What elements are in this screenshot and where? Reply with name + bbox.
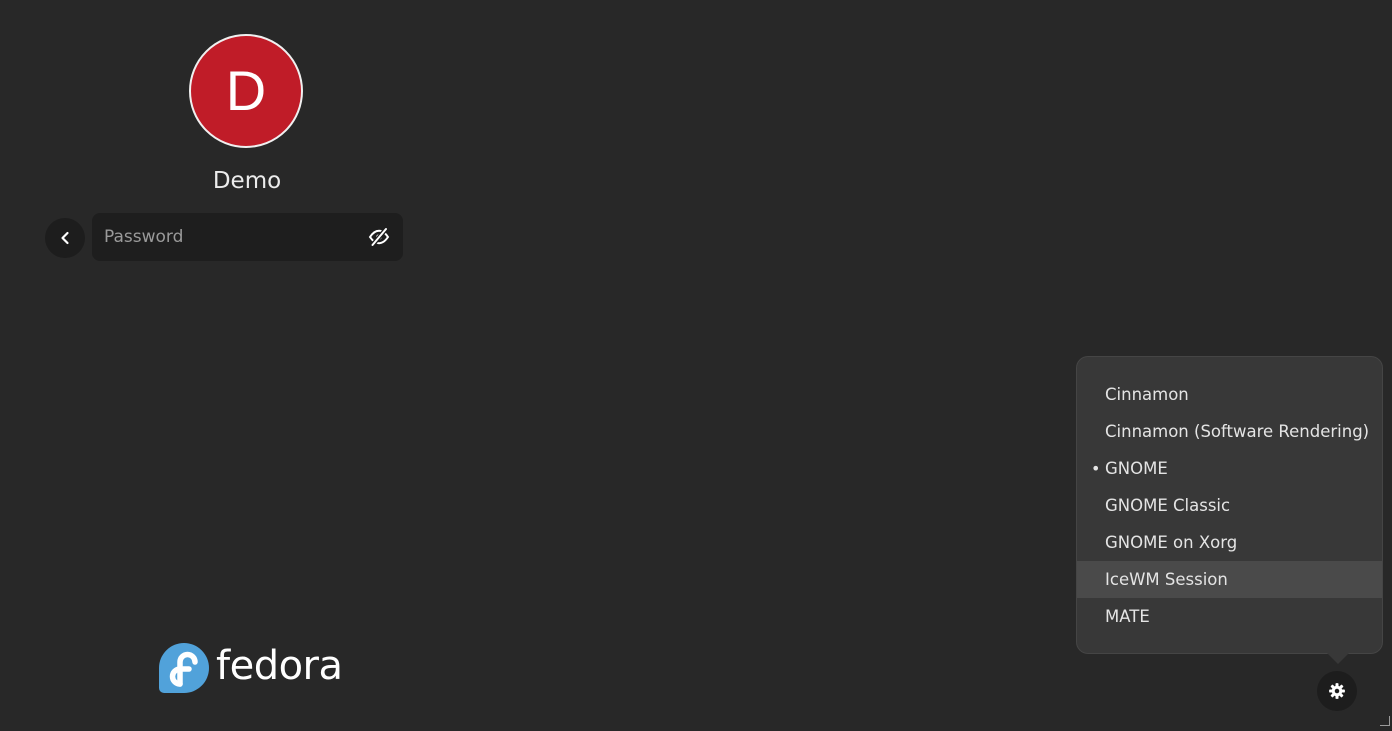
session-item-gnome-on-xorg[interactable]: GNOME on Xorg — [1077, 524, 1382, 561]
session-item-label: IceWM Session — [1105, 570, 1228, 589]
session-item-label: Cinnamon (Software Rendering) — [1105, 422, 1370, 441]
session-item-mate[interactable]: MATE — [1077, 598, 1382, 635]
chevron-left-icon — [61, 231, 69, 245]
session-item-label: GNOME — [1105, 459, 1168, 478]
session-item-label: Cinnamon — [1105, 385, 1189, 404]
session-item-label: GNOME on Xorg — [1105, 533, 1238, 552]
corner-mark — [1380, 716, 1390, 726]
session-menu: Cinnamon Cinnamon (Software Rendering) •… — [1076, 356, 1383, 654]
selected-bullet: • — [1091, 459, 1101, 478]
fedora-wordmark: fedora — [216, 643, 343, 689]
session-settings-button[interactable] — [1317, 671, 1357, 711]
back-button[interactable] — [45, 218, 85, 258]
session-item-gnome[interactable]: • GNOME — [1077, 450, 1382, 487]
session-item-cinnamon-software-rendering[interactable]: Cinnamon (Software Rendering) — [1077, 413, 1382, 450]
session-item-gnome-classic[interactable]: GNOME Classic — [1077, 487, 1382, 524]
session-item-cinnamon[interactable]: Cinnamon — [1077, 376, 1382, 413]
eye-slash-icon — [368, 226, 390, 248]
session-item-label: GNOME Classic — [1105, 496, 1231, 515]
fedora-logo-icon — [159, 643, 209, 693]
reveal-password-button[interactable] — [367, 225, 391, 249]
user-name: Demo — [212, 168, 282, 194]
session-menu-pointer — [1327, 653, 1349, 664]
password-entry[interactable] — [92, 213, 403, 261]
gear-icon — [1329, 683, 1345, 699]
fedora-logo: fedora — [158, 642, 343, 694]
session-item-label: MATE — [1105, 607, 1150, 626]
user-avatar: D — [189, 34, 303, 148]
session-item-icewm-session[interactable]: IceWM Session — [1077, 561, 1382, 598]
password-input[interactable] — [104, 213, 354, 261]
